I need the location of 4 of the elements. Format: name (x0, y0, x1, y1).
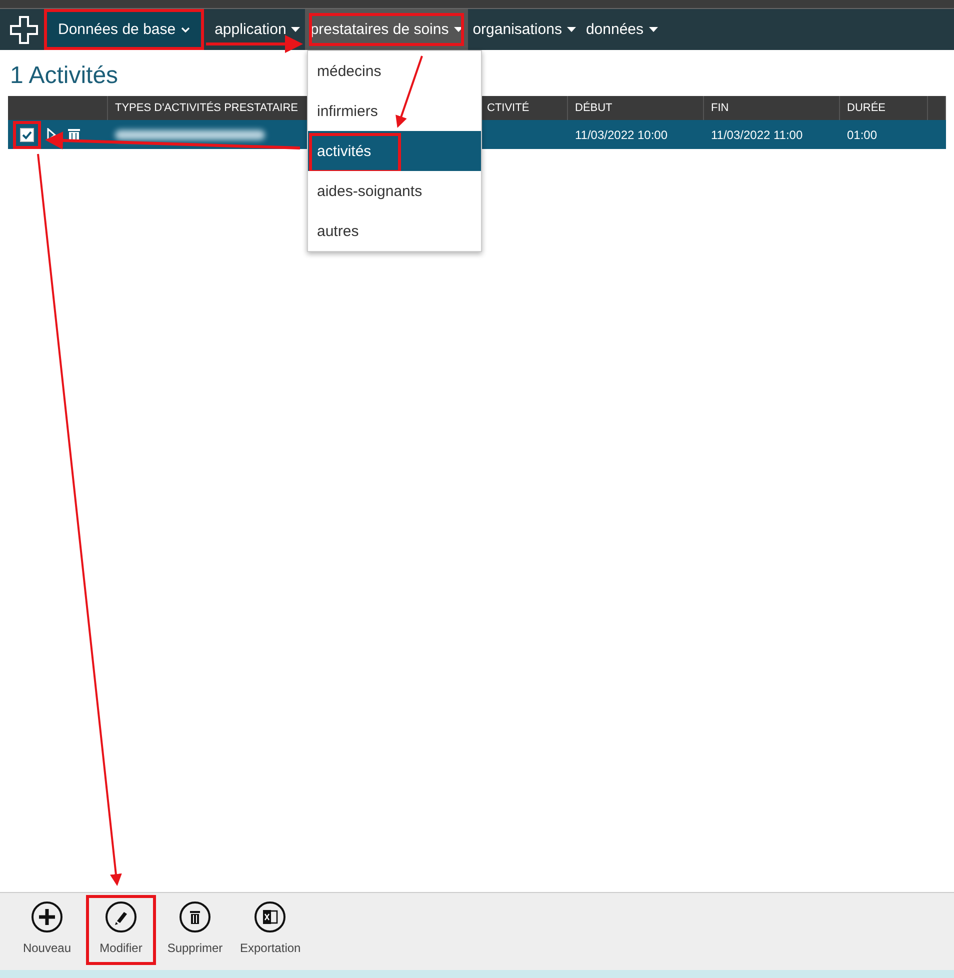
table-cell-text: 11/03/2022 11:00 (710, 126, 804, 144)
page-title: 1 Activités (9, 61, 120, 91)
table-cell-text: 11/03/2022 10:00 (574, 126, 669, 144)
table-cell-text: 01:00 (846, 126, 878, 144)
